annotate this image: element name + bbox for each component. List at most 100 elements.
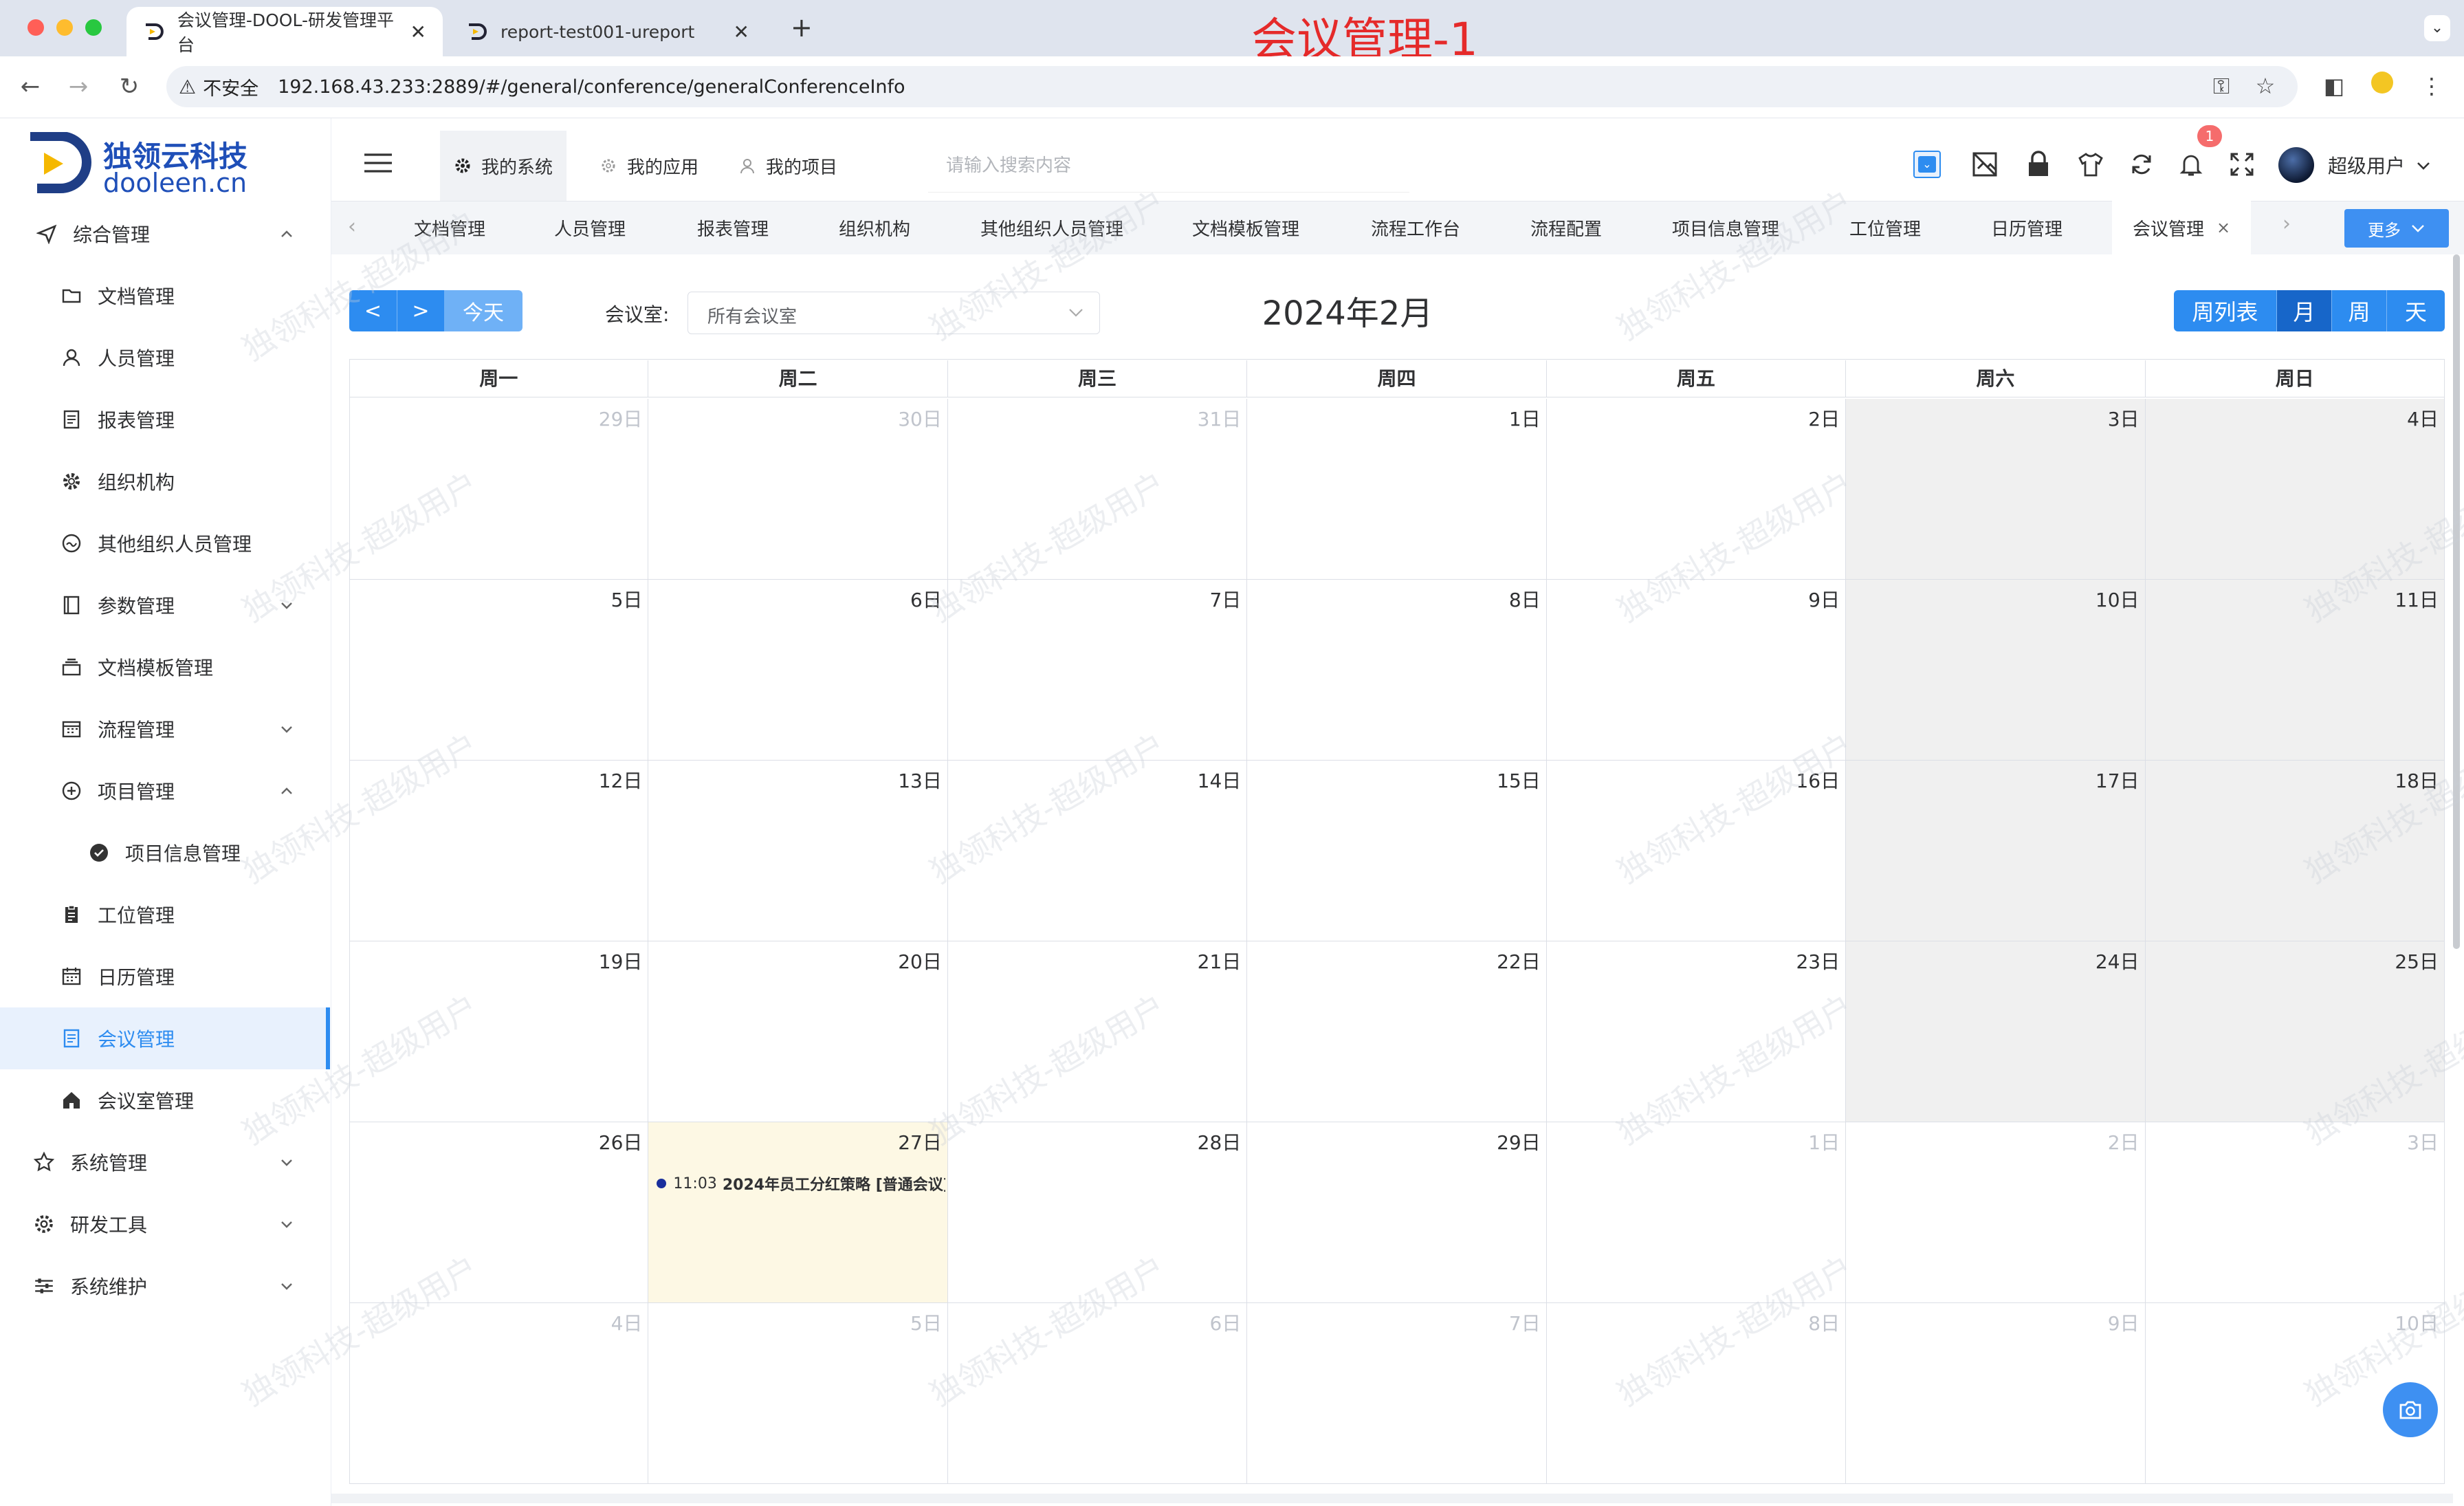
sidebar-item-calendar[interactable]: 日历管理 bbox=[0, 946, 330, 1007]
sidebar-item-system[interactable]: 系统管理 bbox=[0, 1131, 330, 1193]
view-month-button[interactable]: 月 bbox=[2277, 290, 2332, 331]
tag-item[interactable]: 其他组织人员管理 bbox=[980, 201, 1123, 254]
forward-arrow-icon[interactable]: → bbox=[63, 72, 94, 102]
username[interactable]: 超级用户 bbox=[2328, 151, 2405, 179]
calendar-day-cell[interactable]: 7日 bbox=[947, 580, 1248, 761]
sidebar-item-general[interactable]: 综合管理 bbox=[0, 203, 330, 265]
fullscreen-icon[interactable] bbox=[2226, 149, 2258, 180]
close-tag-icon[interactable]: × bbox=[2216, 218, 2230, 237]
refresh-icon[interactable] bbox=[2126, 149, 2157, 180]
chevron-down-icon[interactable] bbox=[2413, 155, 2434, 176]
horizontal-scrollbar[interactable] bbox=[331, 1494, 2453, 1503]
dropdown-box-icon[interactable]: ⌄ bbox=[1911, 149, 1943, 180]
tag-item[interactable]: 人员管理 bbox=[554, 201, 626, 254]
view-day-button[interactable]: 天 bbox=[2387, 290, 2445, 331]
sidebar-item-params[interactable]: 参数管理 bbox=[0, 574, 330, 636]
hamburger-menu-icon[interactable] bbox=[364, 153, 392, 173]
calendar-day-cell[interactable]: 21日 bbox=[947, 941, 1248, 1122]
new-tab-button[interactable]: + bbox=[791, 12, 813, 43]
next-month-button[interactable]: > bbox=[397, 290, 444, 331]
tags-scroll-left-icon[interactable]: ‹ bbox=[348, 215, 356, 239]
calendar-day-cell[interactable]: 2日 bbox=[1846, 1122, 2146, 1303]
calendar-day-cell[interactable]: 13日 bbox=[648, 761, 948, 941]
calendar-day-cell[interactable]: 8日 bbox=[1546, 1303, 1847, 1484]
calendar-event[interactable]: 11:03 2024年员工分红策略 [普通会议] bbox=[657, 1172, 945, 1195]
close-tab-icon[interactable]: ✕ bbox=[734, 21, 749, 43]
calendar-day-cell[interactable]: 24日 bbox=[1846, 941, 2146, 1122]
calendar-day-cell[interactable]: 20日 bbox=[648, 941, 948, 1122]
browser-tab[interactable]: report-test001-ureport ✕ bbox=[450, 7, 766, 56]
tag-item[interactable]: 工位管理 bbox=[1849, 201, 1921, 254]
more-tags-button[interactable]: 更多 bbox=[2344, 209, 2449, 248]
back-arrow-icon[interactable]: ← bbox=[15, 72, 45, 102]
calendar-day-cell[interactable]: 9日 bbox=[1546, 580, 1847, 761]
view-week-button[interactable]: 周 bbox=[2332, 290, 2387, 331]
close-window-button[interactable] bbox=[28, 19, 44, 36]
sidebar-item-projects[interactable]: 项目管理 bbox=[0, 760, 330, 822]
sidebar-item-reports[interactable]: 报表管理 bbox=[0, 389, 330, 450]
calendar-day-cell[interactable]: 16日 bbox=[1546, 761, 1847, 941]
calendar-day-cell[interactable]: 6日 bbox=[947, 1303, 1248, 1484]
calendar-day-cell[interactable]: 18日 bbox=[2145, 761, 2445, 941]
calendar-day-cell[interactable]: 29日 bbox=[349, 399, 649, 580]
header-menu-my-projects[interactable]: 我的项目 bbox=[725, 131, 851, 201]
tag-item[interactable]: 组织机构 bbox=[839, 201, 910, 254]
tag-item[interactable]: 项目信息管理 bbox=[1672, 201, 1779, 254]
vertical-scrollbar[interactable] bbox=[2453, 254, 2460, 949]
sidebar-item-maintenance[interactable]: 系统维护 bbox=[0, 1255, 330, 1317]
calendar-day-cell[interactable]: 4日 bbox=[349, 1303, 649, 1484]
calendar-day-cell[interactable]: 9日 bbox=[1846, 1303, 2146, 1484]
calendar-day-cell[interactable]: 7日 bbox=[1247, 1303, 1547, 1484]
calendar-day-cell[interactable]: 30日 bbox=[648, 399, 948, 580]
calendar-day-cell[interactable]: 29日 bbox=[1247, 1122, 1547, 1303]
minimize-window-button[interactable] bbox=[56, 19, 73, 36]
bell-icon[interactable] bbox=[2175, 149, 2207, 180]
tags-scroll-right-icon[interactable]: › bbox=[2282, 212, 2291, 236]
sidebar-item-meetings[interactable]: 会议管理 bbox=[0, 1007, 330, 1069]
tag-item[interactable]: 日历管理 bbox=[1991, 201, 2062, 254]
sidebar-item-workflow[interactable]: 流程管理 bbox=[0, 698, 330, 760]
sidebar-item-people[interactable]: 人员管理 bbox=[0, 327, 330, 389]
close-tab-icon[interactable]: ✕ bbox=[410, 21, 426, 43]
sidebar-item-org[interactable]: 组织机构 bbox=[0, 450, 330, 512]
calendar-day-cell[interactable]: 8日 bbox=[1247, 580, 1547, 761]
sidebar-item-docs[interactable]: 文档管理 bbox=[0, 265, 330, 327]
avatar[interactable] bbox=[2278, 147, 2314, 183]
calendar-day-cell[interactable]: 11日 bbox=[2145, 580, 2445, 761]
calendar-day-cell[interactable]: 5日 bbox=[648, 1303, 948, 1484]
calendar-day-cell[interactable]: 15日 bbox=[1247, 761, 1547, 941]
sidebar-item-project-info[interactable]: 项目信息管理 bbox=[0, 822, 330, 884]
tag-item-active[interactable]: 会议管理 × bbox=[2112, 201, 2252, 254]
calendar-day-cell[interactable]: 2日 bbox=[1546, 399, 1847, 580]
calendar-day-cell[interactable]: 27日 11:03 2024年员工分红策略 [普通会议] bbox=[648, 1122, 948, 1303]
reload-icon[interactable]: ↻ bbox=[114, 72, 144, 102]
browser-tab-active[interactable]: 会议管理-DOOL-研发管理平台 ✕ bbox=[126, 7, 443, 56]
sidebar-item-dev-tools[interactable]: 研发工具 bbox=[0, 1193, 330, 1255]
calendar-day-cell[interactable]: 22日 bbox=[1247, 941, 1547, 1122]
calendar-day-cell[interactable]: 1日 bbox=[1247, 399, 1547, 580]
calendar-day-cell[interactable]: 23日 bbox=[1546, 941, 1847, 1122]
calendar-day-cell[interactable]: 26日 bbox=[349, 1122, 649, 1303]
calendar-day-cell[interactable]: 10日 bbox=[1846, 580, 2146, 761]
calendar-day-cell[interactable]: 3日 bbox=[1846, 399, 2146, 580]
url-field[interactable]: ⚠ 不安全 192.168.43.233:2889/#/general/conf… bbox=[166, 66, 2298, 107]
calendar-day-cell[interactable]: 1日 bbox=[1546, 1122, 1847, 1303]
tag-item[interactable]: 文档模板管理 bbox=[1192, 201, 1299, 254]
room-select[interactable]: 所有会议室 bbox=[688, 292, 1100, 334]
shirt-icon[interactable] bbox=[2075, 149, 2106, 180]
calendar-day-cell[interactable]: 4日 bbox=[2145, 399, 2445, 580]
tag-item[interactable]: 流程配置 bbox=[1530, 201, 1602, 254]
calendar-day-cell[interactable]: 3日 bbox=[2145, 1122, 2445, 1303]
calendar-day-cell[interactable]: 14日 bbox=[947, 761, 1248, 941]
sidepanel-icon[interactable]: ◧ bbox=[2317, 69, 2351, 103]
sidebar-item-other-org[interactable]: 其他组织人员管理 bbox=[0, 512, 330, 574]
tag-item[interactable]: 文档管理 bbox=[414, 201, 485, 254]
header-menu-my-apps[interactable]: 我的应用 bbox=[586, 131, 712, 201]
bookmark-star-icon[interactable]: ☆ bbox=[2248, 69, 2282, 103]
extension-icon[interactable] bbox=[2365, 69, 2399, 103]
maximize-window-button[interactable] bbox=[85, 19, 102, 36]
calendar-day-cell[interactable]: 6日 bbox=[648, 580, 948, 761]
calendar-day-cell[interactable]: 5日 bbox=[349, 580, 649, 761]
prev-month-button[interactable]: < bbox=[349, 290, 397, 331]
key-icon[interactable]: ⚿ bbox=[2204, 69, 2238, 103]
